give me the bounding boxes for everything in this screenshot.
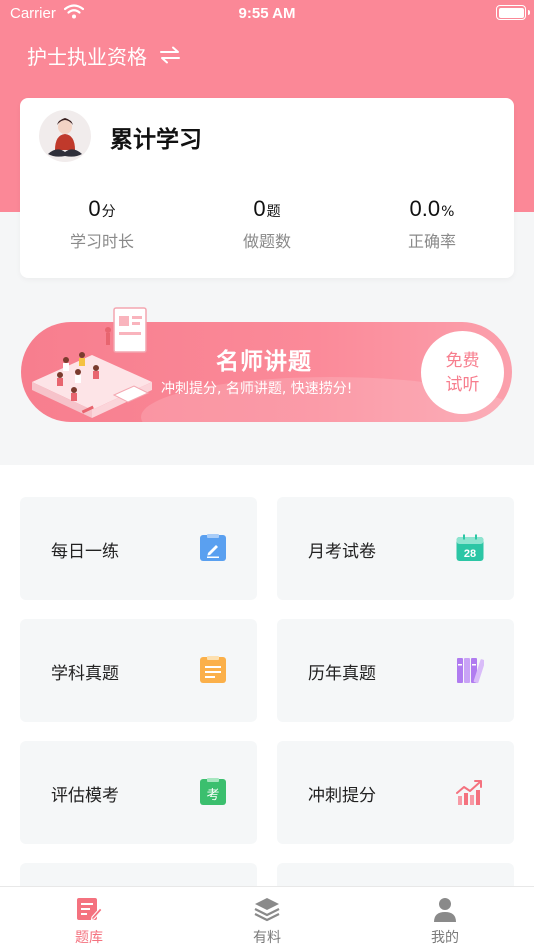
stat-accuracy: 0.0% 正确率 xyxy=(357,196,507,252)
avatar[interactable] xyxy=(39,110,91,162)
tile-sprint-score[interactable]: 冲刺提分 xyxy=(277,741,514,844)
user-avatar-icon xyxy=(48,118,82,157)
free-trial-button[interactable]: 免费 试听 xyxy=(421,331,504,414)
tile-label: 冲刺提分 xyxy=(308,786,376,806)
tile-past-exams[interactable]: 历年真题 xyxy=(277,619,514,722)
status-bar: Carrier 9:55 AM xyxy=(0,0,534,28)
stat-label: 做题数 xyxy=(242,232,291,251)
tile-label: 评估模考 xyxy=(51,786,119,806)
calendar-day-text: 28 xyxy=(464,548,476,560)
calendar-28-icon: 28 xyxy=(456,534,484,561)
swap-arrows-icon xyxy=(160,46,180,64)
exam-switch-button[interactable]: 护士执业资格 xyxy=(27,41,181,69)
tile-label: 历年真题 xyxy=(308,664,376,684)
study-summary-card: 累计学习 0分 学习时长 0题 做题数 0.0% 正确率 xyxy=(20,98,514,278)
stat-value: 0 xyxy=(253,196,266,221)
exam-name: 护士执业资格 xyxy=(27,44,147,69)
tab-question-bank[interactable]: 题库 xyxy=(49,895,129,947)
card-title: 累计学习 xyxy=(110,127,202,153)
layers-icon xyxy=(254,898,280,922)
tab-materials[interactable]: 有料 xyxy=(227,895,307,947)
stat-unit: 题 xyxy=(266,204,281,220)
stat-value: 0.0 xyxy=(409,196,441,221)
stat-unit: % xyxy=(441,204,455,220)
stat-study-time: 0分 学习时长 xyxy=(27,196,177,252)
stat-questions-done: 0题 做题数 xyxy=(192,196,342,252)
tile-label: 月考试卷 xyxy=(308,542,376,562)
stat-label: 学习时长 xyxy=(69,232,134,251)
notepad-pen-icon xyxy=(200,534,226,561)
tile-label: 学科真题 xyxy=(51,664,119,684)
stat-unit: 分 xyxy=(101,204,116,220)
trial-badge-line2: 试听 xyxy=(445,374,480,395)
tile-mock-exam[interactable]: 评估模考 考 xyxy=(20,741,257,844)
tab-label: 有料 xyxy=(253,930,281,946)
rising-chart-icon xyxy=(456,780,482,805)
exam-clipboard-icon: 考 xyxy=(200,778,226,805)
tile-subject-questions[interactable]: 学科真题 xyxy=(20,619,257,722)
trial-badge-line1: 免费 xyxy=(445,350,480,371)
tab-profile[interactable]: 我的 xyxy=(405,895,485,947)
stat-value: 0 xyxy=(88,196,101,221)
stat-label: 正确率 xyxy=(407,232,456,251)
status-time: 9:55 AM xyxy=(238,5,296,22)
person-icon xyxy=(434,898,456,922)
books-icon xyxy=(457,658,484,684)
tab-label: 我的 xyxy=(431,930,459,946)
exam-icon-text: 考 xyxy=(206,788,219,803)
battery-icon xyxy=(496,5,530,20)
banner-title: 名师讲题 xyxy=(216,349,312,375)
question-bank-icon xyxy=(77,898,103,921)
tab-bar: 题库 有料 我的 xyxy=(0,886,534,950)
document-lines-icon xyxy=(200,656,226,683)
tile-monthly-exam[interactable]: 月考试卷 28 xyxy=(277,497,514,600)
classroom-illustration-icon xyxy=(32,307,152,418)
banner-subtitle: 冲刺提分, 名师讲题, 快速捞分! xyxy=(161,381,353,397)
tile-daily-practice[interactable]: 每日一练 xyxy=(20,497,257,600)
tab-label: 题库 xyxy=(75,930,103,946)
tile-label: 每日一练 xyxy=(51,542,119,562)
